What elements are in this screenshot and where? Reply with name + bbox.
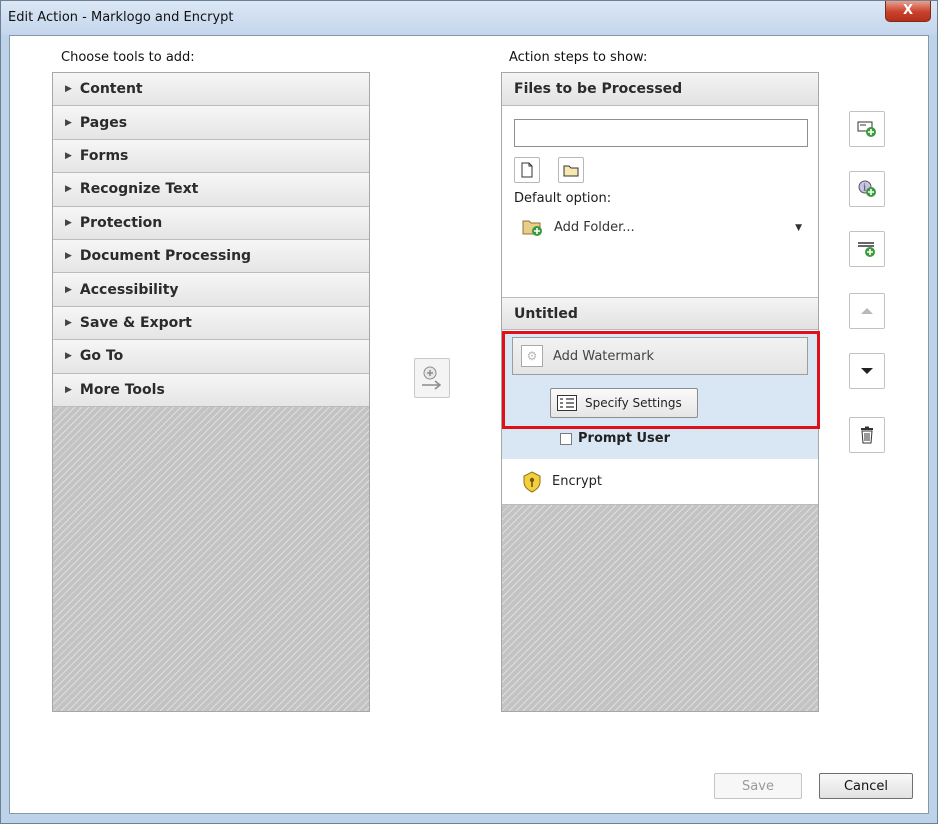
tool-category-recognize-text[interactable]: ▶ Recognize Text bbox=[53, 173, 369, 207]
title-bar: Edit Action - Marklogo and Encrypt X bbox=[1, 1, 937, 35]
add-watermark-step[interactable]: ⚙ Add Watermark bbox=[512, 337, 808, 375]
tool-category-content[interactable]: ▶ Content bbox=[53, 73, 369, 107]
add-file-button[interactable] bbox=[514, 157, 540, 183]
tool-category-label: Accessibility bbox=[79, 281, 179, 298]
action-steps-label: Action steps to show: bbox=[509, 50, 648, 65]
svg-text:i: i bbox=[863, 184, 866, 194]
delete-step-button[interactable] bbox=[849, 417, 885, 453]
file-icon bbox=[521, 162, 533, 178]
specify-settings-button[interactable]: Specify Settings bbox=[550, 388, 698, 418]
add-separator-icon bbox=[858, 242, 875, 257]
trash-icon bbox=[861, 426, 873, 444]
add-folder-button[interactable] bbox=[558, 157, 584, 183]
files-to-be-processed-header: Files to be Processed bbox=[502, 73, 818, 106]
tool-category-go-to[interactable]: ▶ Go To bbox=[53, 340, 369, 374]
shield-key-icon bbox=[523, 470, 541, 493]
specify-settings-label: Specify Settings bbox=[585, 396, 682, 410]
choose-tools-label: Choose tools to add: bbox=[61, 50, 195, 65]
expand-arrow-icon: ▶ bbox=[65, 384, 72, 395]
add-instruction-icon: i bbox=[858, 180, 876, 197]
add-separator-step-button[interactable] bbox=[849, 231, 885, 267]
add-tool-to-steps-button[interactable] bbox=[414, 358, 450, 398]
prompt-user-label: Prompt User bbox=[578, 431, 670, 446]
default-option-value: Add Folder... bbox=[554, 219, 635, 235]
watermark-gear-icon: ⚙ bbox=[521, 345, 543, 367]
move-down-button[interactable] bbox=[849, 353, 885, 389]
tool-category-label: Content bbox=[79, 81, 143, 98]
add-watermark-label: Add Watermark bbox=[553, 348, 655, 364]
tool-category-label: More Tools bbox=[79, 381, 165, 398]
move-up-icon bbox=[861, 308, 873, 314]
folder-icon bbox=[563, 165, 579, 177]
expand-arrow-icon: ▶ bbox=[65, 84, 72, 95]
prompt-user-checkbox[interactable] bbox=[560, 432, 572, 445]
steps-empty-area bbox=[502, 505, 818, 711]
expand-arrow-icon: ▶ bbox=[65, 217, 72, 228]
tool-category-document-processing[interactable]: ▶ Document Processing bbox=[53, 239, 369, 274]
chevron-down-icon: ▼ bbox=[795, 223, 802, 233]
expand-arrow-icon: ▶ bbox=[65, 184, 72, 195]
encrypt-label: Encrypt bbox=[552, 474, 602, 489]
add-file-step-button[interactable] bbox=[849, 111, 885, 147]
tool-category-label: Recognize Text bbox=[79, 181, 199, 198]
add-instruction-step-button[interactable]: i bbox=[849, 171, 885, 207]
tool-category-forms[interactable]: ▶ Forms bbox=[53, 139, 369, 174]
tools-list: ▶ Content ▶ Pages ▶ Forms ▶ Recognize Text ▶… bbox=[52, 72, 370, 712]
tool-category-accessibility[interactable]: ▶ Accessibility bbox=[53, 273, 369, 307]
window-title: Edit Action - Marklogo and Encrypt bbox=[8, 10, 234, 25]
tool-category-pages[interactable]: ▶ Pages bbox=[53, 106, 369, 140]
untitled-group-header: Untitled bbox=[502, 297, 818, 330]
add-folder-icon bbox=[522, 220, 542, 236]
cancel-button[interactable]: Cancel bbox=[819, 773, 913, 799]
tool-category-save-export[interactable]: ▶ Save & Export bbox=[53, 306, 369, 341]
expand-arrow-icon: ▶ bbox=[65, 284, 72, 295]
tool-category-more-tools[interactable]: ▶ More Tools bbox=[53, 373, 369, 407]
tool-category-label: Forms bbox=[79, 147, 129, 164]
files-path-input[interactable] bbox=[514, 119, 808, 147]
tools-empty-area bbox=[53, 407, 369, 711]
tool-category-label: Document Processing bbox=[79, 248, 252, 265]
prompt-user-option[interactable]: Prompt User bbox=[560, 431, 670, 446]
expand-arrow-icon: ▶ bbox=[65, 317, 72, 328]
expand-arrow-icon: ▶ bbox=[65, 351, 72, 362]
add-file-icon bbox=[857, 121, 876, 137]
expand-arrow-icon: ▶ bbox=[65, 251, 72, 262]
tool-category-protection[interactable]: ▶ Protection bbox=[53, 206, 369, 240]
move-down-icon bbox=[861, 368, 873, 374]
encrypt-step[interactable]: Encrypt bbox=[502, 459, 818, 505]
selected-step-area: ⚙ Add Watermark Specify Settings Prompt … bbox=[502, 331, 820, 459]
move-up-button[interactable] bbox=[849, 293, 885, 329]
tool-category-label: Go To bbox=[79, 348, 124, 365]
tool-category-label: Pages bbox=[79, 114, 128, 131]
expand-arrow-icon: ▶ bbox=[65, 150, 72, 161]
default-option-label: Default option: bbox=[514, 191, 612, 206]
expand-arrow-icon: ▶ bbox=[65, 117, 72, 128]
tool-category-label: Protection bbox=[79, 214, 163, 231]
default-option-dropdown[interactable]: Add Folder... ▼ bbox=[522, 213, 812, 241]
save-button[interactable]: Save bbox=[714, 773, 802, 799]
tool-category-label: Save & Export bbox=[79, 314, 192, 331]
close-button[interactable]: X bbox=[885, 1, 931, 22]
settings-list-icon bbox=[557, 395, 577, 411]
action-steps-list: Files to be Processed Default option: Ad… bbox=[501, 72, 820, 712]
add-arrow-icon bbox=[422, 366, 442, 390]
